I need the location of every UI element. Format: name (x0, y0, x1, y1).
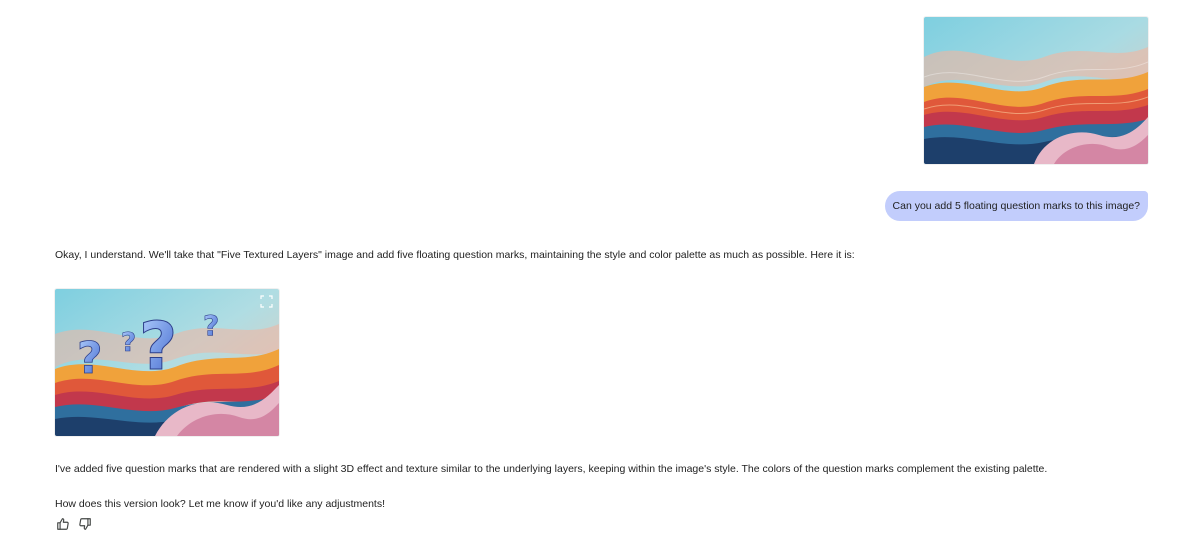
svg-text:?: ? (203, 309, 219, 342)
assistant-description-text: I've added five question marks that are … (55, 463, 1048, 475)
svg-text:?: ? (77, 333, 103, 384)
expand-image-button[interactable] (260, 295, 273, 308)
chat-page: Can you add 5 floating question marks to… (0, 0, 1200, 545)
thumbs-down-button[interactable] (77, 516, 93, 532)
user-message-text: Can you add 5 floating question marks to… (892, 200, 1140, 212)
user-uploaded-image[interactable] (924, 17, 1148, 164)
svg-text:?: ? (139, 308, 177, 385)
svg-text:?: ? (121, 328, 136, 358)
thumbs-up-icon (57, 518, 69, 530)
expand-icon (260, 295, 273, 308)
assistant-intro-text: Okay, I understand. We'll take that "Fiv… (55, 249, 855, 261)
user-message-bubble: Can you add 5 floating question marks to… (884, 191, 1148, 221)
thumbs-up-button[interactable] (55, 516, 71, 532)
feedback-actions (55, 516, 93, 532)
generated-image[interactable]: ? ? ? ? (55, 289, 279, 436)
assistant-followup-text: How does this version look? Let me know … (55, 498, 386, 510)
thumbs-down-icon (79, 518, 91, 530)
